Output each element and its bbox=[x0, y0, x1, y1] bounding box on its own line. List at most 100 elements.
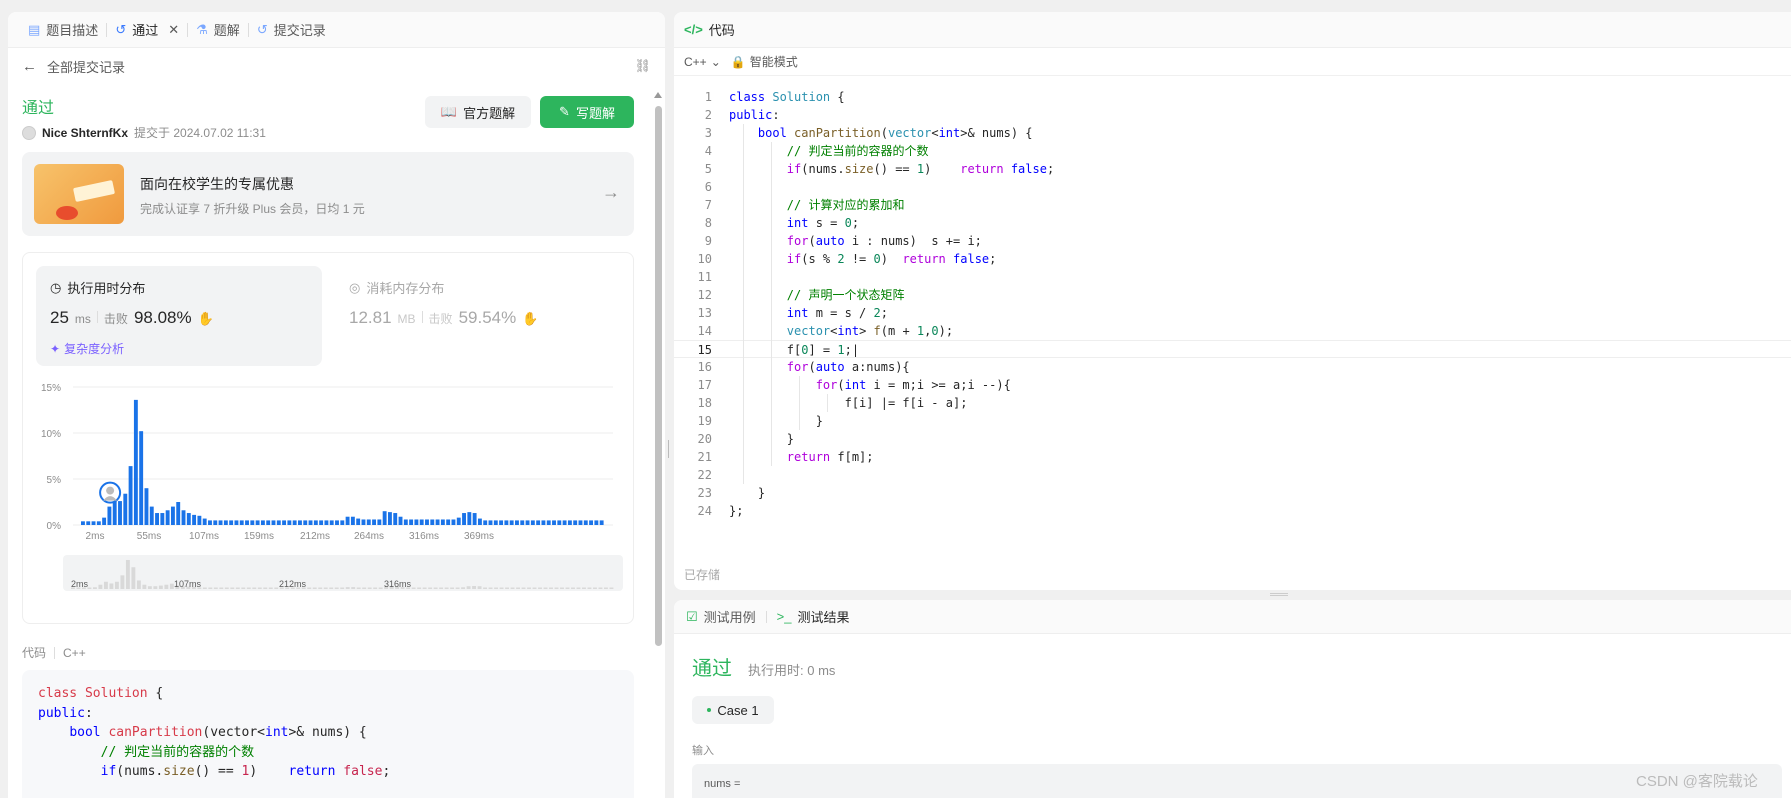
editor-line[interactable]: 21 return f[m]; bbox=[674, 448, 1791, 466]
editor-line[interactable]: 6 bbox=[674, 178, 1791, 196]
line-code: class Solution { bbox=[729, 90, 845, 104]
tab-description[interactable]: ▤ 题目描述 bbox=[20, 12, 106, 48]
editor-line[interactable]: 12 // 声明一个状态矩阵 bbox=[674, 286, 1791, 304]
chart-bar bbox=[372, 519, 377, 525]
editor-code-area[interactable]: 1 class Solution {2 public: 3 bool canParti… bbox=[674, 88, 1791, 520]
editor-line[interactable]: 8 int s = 0; bbox=[674, 214, 1791, 232]
scroll-thumb[interactable] bbox=[655, 106, 662, 646]
chart-bar bbox=[583, 520, 588, 525]
editor-line[interactable]: 2 public: bbox=[674, 106, 1791, 124]
overview-bar bbox=[499, 587, 504, 589]
tab-test-result[interactable]: >_ 测试结果 bbox=[777, 607, 850, 626]
editor-line[interactable]: 20 } bbox=[674, 430, 1791, 448]
overview-bar bbox=[241, 587, 246, 589]
code-line: class Solution { bbox=[38, 686, 164, 701]
close-icon[interactable]: ✕ bbox=[168, 22, 179, 38]
tab-accepted[interactable]: ↺ 通过 ✕ bbox=[107, 12, 187, 48]
editor-line[interactable]: 23 } bbox=[674, 484, 1791, 502]
left-scrollbar[interactable] bbox=[653, 90, 663, 798]
write-solution-button[interactable]: ✎ 写题解 bbox=[540, 96, 634, 128]
editor-line[interactable]: 24}; bbox=[674, 502, 1791, 520]
chart-bar bbox=[377, 519, 382, 525]
editor-line[interactable]: 13 int m = s / 2; bbox=[674, 304, 1791, 322]
lock-icon: 🔒 bbox=[730, 54, 746, 69]
tab-submissions[interactable]: ↺ 提交记录 bbox=[249, 12, 334, 48]
arrow-right-icon[interactable]: → bbox=[602, 182, 620, 203]
line-number: 10 bbox=[697, 252, 712, 266]
smart-mode-toggle[interactable]: 🔒 智能模式 bbox=[731, 53, 798, 70]
code-lang: C++ bbox=[63, 645, 86, 660]
line-code: } bbox=[729, 432, 795, 446]
link-icon[interactable]: ⛓ bbox=[634, 58, 651, 74]
line-code: if(nums.size() == 1) return false; bbox=[786, 162, 1055, 176]
editor-line[interactable]: 15 f[0] = 1;| bbox=[674, 340, 1791, 358]
line-number: 5 bbox=[704, 162, 712, 176]
editor-line[interactable]: 5 if(nums.size() == 1) return false; bbox=[674, 160, 1791, 178]
memory-distribution-card[interactable]: ◎ 消耗内存分布 12.81 MB 击败 59.54% ✋ bbox=[335, 266, 621, 366]
x-tick-label: 369ms bbox=[464, 531, 494, 542]
x-tick-label: 316ms bbox=[409, 531, 439, 542]
back-arrow-icon[interactable]: ← bbox=[22, 58, 37, 75]
overview-bar bbox=[87, 587, 92, 589]
editor-tab-label: 代码 bbox=[708, 23, 735, 38]
complexity-analysis-link[interactable]: ✦ 复杂度分析 bbox=[50, 340, 124, 357]
editor-tab[interactable]: </> 代码 bbox=[674, 12, 1791, 48]
chevron-down-icon: ⌄ bbox=[710, 54, 721, 69]
chart-bar bbox=[245, 520, 249, 525]
editor-line[interactable]: 16 for(auto a:nums){ bbox=[674, 358, 1791, 376]
tab-testcases[interactable]: ☑ 测试用例 bbox=[686, 607, 756, 626]
avatar[interactable] bbox=[22, 125, 36, 140]
chart-bar bbox=[414, 519, 419, 525]
line-number: 4 bbox=[704, 144, 712, 158]
editor-resize-handle[interactable] bbox=[1270, 593, 1288, 596]
tab-divider bbox=[765, 610, 767, 623]
editor-line[interactable]: 9 for(auto i : nums) s += i; bbox=[674, 232, 1791, 250]
overview-bar bbox=[521, 587, 526, 589]
case-1-button[interactable]: Case 1 bbox=[692, 696, 774, 724]
editor-line[interactable]: 18 f[i] |= f[i - a]; bbox=[674, 394, 1791, 412]
sparkle-icon: ✦ bbox=[50, 341, 61, 356]
editor-line[interactable]: 19 } bbox=[674, 412, 1791, 430]
editor-line[interactable]: 22 bbox=[674, 466, 1791, 484]
editor-line[interactable]: 7 // 计算对应的累加和 bbox=[674, 196, 1791, 214]
checkbox-icon: ☑ bbox=[686, 608, 698, 624]
editor-line[interactable]: 4 // 判定当前的容器的个数 bbox=[674, 142, 1791, 160]
username[interactable]: Nice ShternfKx bbox=[42, 126, 128, 140]
chart-bar bbox=[361, 519, 366, 525]
chart-bar bbox=[292, 520, 297, 525]
overview-tick-label: 107ms bbox=[174, 579, 202, 589]
language-select[interactable]: C++ ⌄ bbox=[684, 55, 721, 69]
chart-bar bbox=[525, 520, 530, 525]
official-solution-button[interactable]: 📖 官方题解 bbox=[425, 96, 531, 128]
tab-solutions[interactable]: ⚗ 题解 bbox=[188, 12, 248, 48]
runtime-beat-label: 击败 bbox=[103, 312, 128, 326]
editor-line[interactable]: 17 for(int i = m;i >= a;i --){ bbox=[674, 376, 1791, 394]
editor-line[interactable]: 10 if(s % 2 != 0) return false; bbox=[674, 250, 1791, 268]
overview-bar bbox=[340, 587, 345, 589]
scroll-up-arrow[interactable] bbox=[654, 92, 662, 98]
editor-line[interactable]: 1 class Solution { bbox=[674, 88, 1791, 106]
editor-line[interactable]: 11 bbox=[674, 268, 1791, 286]
student-promo-banner[interactable]: 面向在校学生的专属优惠 完成认证享 7 折升级 Plus 会员，日均 1 元 → bbox=[22, 152, 634, 236]
overview-bar bbox=[252, 587, 257, 589]
panel-resize-handle[interactable] bbox=[668, 440, 670, 458]
overview-bar bbox=[565, 587, 570, 589]
editor-line[interactable]: 14 vector<int> f(m + 1,0); bbox=[674, 322, 1791, 340]
chart-bar bbox=[557, 520, 562, 525]
history-icon: ↺ bbox=[115, 21, 127, 37]
editor-line[interactable]: 3 bool canPartition(vector<int>& nums) { bbox=[674, 124, 1791, 142]
overview-bar bbox=[136, 580, 141, 589]
overview-bar bbox=[516, 587, 520, 589]
overview-bar bbox=[125, 559, 130, 589]
all-submissions-link[interactable]: 全部提交记录 bbox=[47, 57, 125, 76]
chart-bar bbox=[139, 431, 144, 525]
left-tabbar: ▤ 题目描述 ↺ 通过 ✕ ⚗ 题解 ↺ 提交记录 bbox=[8, 12, 665, 48]
chart-bar bbox=[488, 520, 493, 525]
overview-bar bbox=[450, 587, 455, 589]
runtime-distribution-card[interactable]: ◷ 执行用时分布 25 ms 击败 98.08% ✋ ✦ 复杂度分析 bbox=[36, 266, 322, 366]
code-editor-panel: </> 代码 C++ ⌄ 🔒 智能模式 1 class Solution {2 pu… bbox=[674, 12, 1791, 590]
chart-bar bbox=[128, 466, 133, 525]
meta-divider bbox=[54, 646, 56, 659]
runtime-distribution-chart[interactable]: 0% 5% 10% 15% 2ms 55ms 107ms 159ms 212ms 264ms 316… bbox=[23, 373, 635, 623]
overview-bar bbox=[609, 587, 614, 589]
